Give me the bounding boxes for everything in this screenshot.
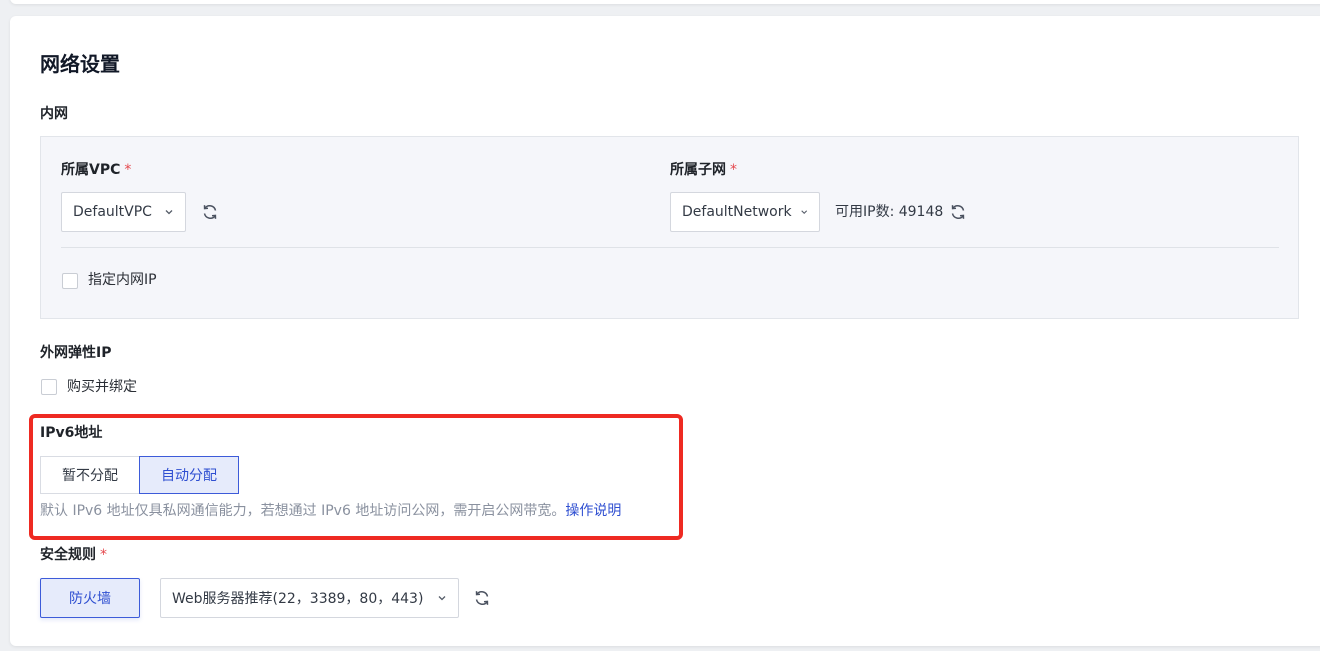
vpc-refresh-icon[interactable] [201, 203, 219, 221]
buy-bind-label: 购买并绑定 [67, 379, 137, 395]
vpc-select[interactable]: DefaultVPC [61, 192, 186, 232]
section-title: 网络设置 [40, 52, 120, 76]
vpc-label: 所属VPC * [61, 162, 132, 178]
previous-card [10, 0, 1320, 4]
security-label: 安全规则 * [40, 547, 107, 563]
chevron-down-icon [165, 210, 173, 215]
specify-ip-label: 指定内网IP [88, 272, 157, 288]
subnet-select[interactable]: DefaultNetwork [670, 192, 820, 232]
buy-bind-checkbox[interactable] [41, 379, 57, 395]
subnet-label: 所属子网 * [670, 162, 737, 178]
chevron-down-icon [800, 210, 807, 215]
eip-label: 外网弹性IP [40, 345, 112, 361]
required-mark: * [124, 162, 132, 178]
security-refresh-icon[interactable] [473, 589, 491, 607]
security-rule-select[interactable]: Web服务器推荐(22，3389，80，443) [160, 578, 459, 618]
panel-divider [61, 247, 1279, 248]
required-mark: * [730, 162, 737, 178]
available-ip-count: 可用IP数: 49148 [835, 204, 944, 220]
required-mark: * [100, 547, 107, 563]
intranet-label: 内网 [40, 106, 68, 122]
chevron-down-icon [438, 596, 446, 601]
highlight-box [29, 414, 683, 540]
specify-ip-checkbox[interactable] [62, 273, 78, 289]
network-settings-card [10, 16, 1320, 646]
firewall-button[interactable]: 防火墙 [40, 578, 140, 618]
subnet-refresh-icon[interactable] [949, 203, 967, 221]
